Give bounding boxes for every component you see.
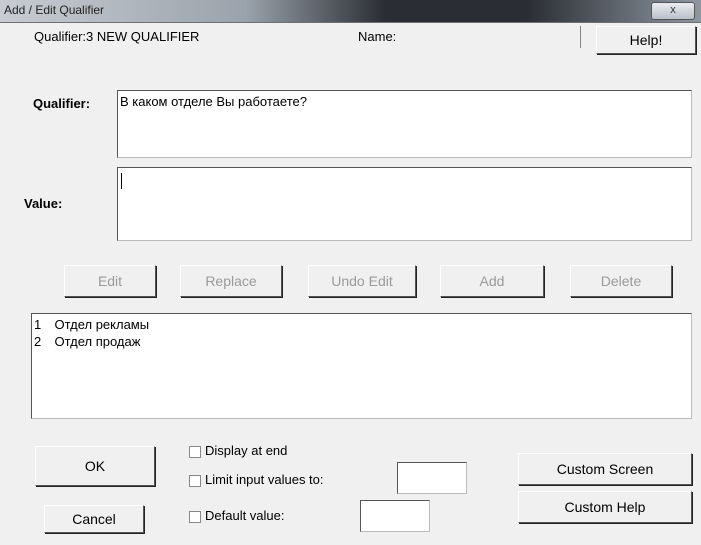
name-label: Name: (358, 29, 397, 44)
limit-input-label: Limit input values to: (205, 472, 324, 487)
replace-button[interactable]: Replace (180, 265, 282, 297)
list-item-number: 2 (34, 334, 42, 349)
qualifier-info: Qualifier:3 NEW QUALIFIER (34, 29, 200, 44)
close-button[interactable]: x (651, 2, 695, 20)
edit-button[interactable]: Edit (64, 265, 156, 297)
title-bar: Add / Edit Qualifier x (0, 0, 701, 23)
window-title: Add / Edit Qualifier (4, 3, 105, 17)
list-item-text: Отдел продаж (54, 334, 141, 349)
header-divider (580, 26, 581, 48)
add-button[interactable]: Add (440, 265, 544, 297)
limit-input-checkbox[interactable] (189, 475, 201, 487)
display-at-end-checkbox[interactable] (189, 446, 201, 458)
list-item[interactable]: 2 Отдел продаж (34, 334, 140, 349)
values-list[interactable]: 1 Отдел рекламы 2 Отдел продаж (31, 313, 692, 419)
help-button[interactable]: Help! (596, 26, 696, 54)
display-at-end-label: Display at end (205, 443, 288, 458)
undo-edit-button[interactable]: Undo Edit (308, 265, 416, 297)
qualifier-text: В каком отделе Вы работаете? (120, 94, 307, 109)
list-item[interactable]: 1 Отдел рекламы (34, 317, 149, 332)
value-textarea[interactable] (117, 167, 692, 241)
default-value-field[interactable] (360, 500, 430, 532)
custom-help-button[interactable]: Custom Help (518, 491, 692, 523)
ok-button[interactable]: OK (35, 446, 155, 486)
list-item-number: 1 (34, 317, 42, 332)
limit-input-field[interactable] (397, 462, 467, 494)
value-label: Value: (24, 196, 63, 211)
default-value-checkbox[interactable] (189, 511, 201, 523)
delete-button[interactable]: Delete (570, 265, 672, 297)
cancel-button[interactable]: Cancel (44, 505, 144, 533)
default-value-label: Default value: (205, 508, 285, 523)
list-item-text: Отдел рекламы (54, 317, 150, 332)
qualifier-textarea[interactable]: В каком отделе Вы работаете? (117, 90, 692, 158)
text-caret (121, 173, 122, 189)
custom-screen-button[interactable]: Custom Screen (518, 453, 692, 485)
qualifier-label: Qualifier: (33, 96, 91, 111)
